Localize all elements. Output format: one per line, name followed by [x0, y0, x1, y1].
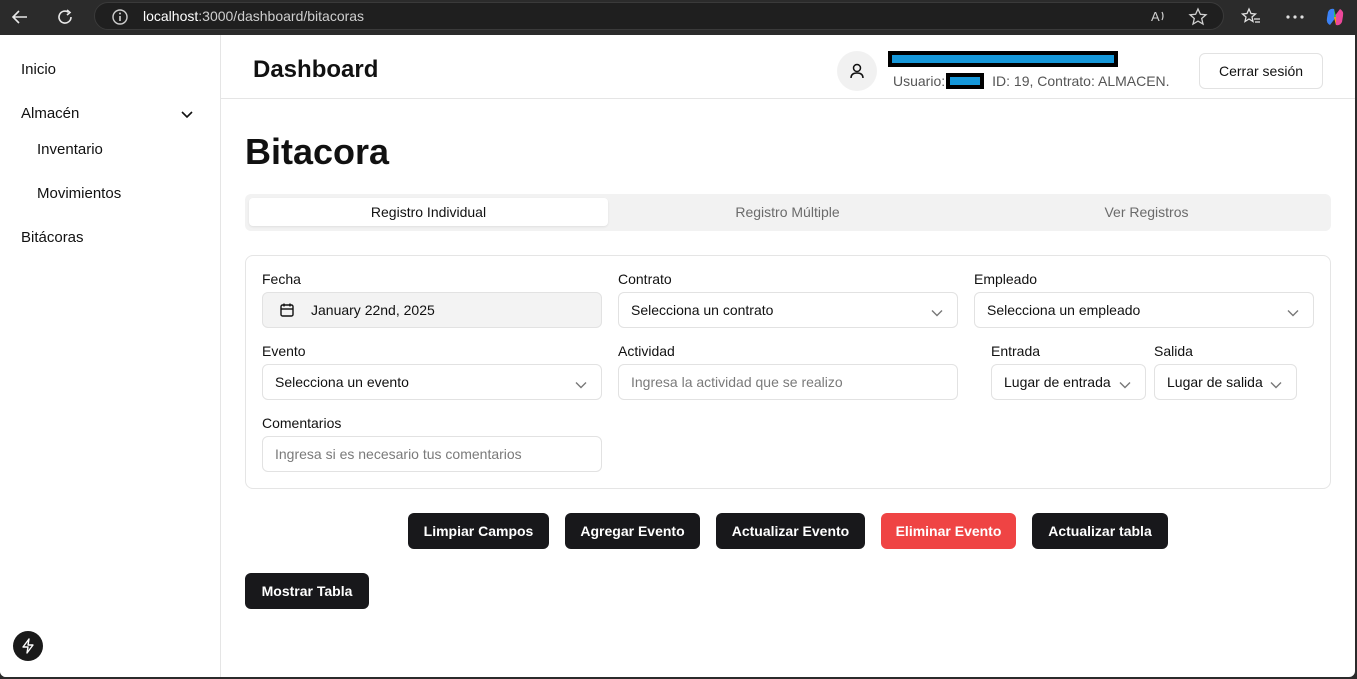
tab-registro-multiple[interactable]: Registro Múltiple: [608, 198, 967, 226]
user-info: Usuario: ID: 19, Contrato: ALMACEN.: [893, 73, 1170, 89]
tab-ver-registros[interactable]: Ver Registros: [967, 198, 1326, 226]
more-menu-icon[interactable]: [1282, 4, 1308, 30]
page-title: Bitacora: [245, 131, 390, 172]
chevron-down-icon: [1287, 304, 1299, 320]
favorite-star-icon[interactable]: [1188, 7, 1208, 30]
chevron-down-icon[interactable]: [180, 107, 194, 125]
app-title: Dashboard: [253, 56, 379, 83]
url-host: localhost: [143, 8, 199, 24]
delete-event-button[interactable]: Eliminar Evento: [881, 513, 1016, 549]
contrato-label: Contrato: [618, 271, 672, 287]
empleado-value: Selecciona un empleado: [987, 302, 1141, 318]
address-bar[interactable]: localhost:3000/dashboard/bitacoras A: [94, 2, 1224, 30]
entrada-select[interactable]: Lugar de entrada: [991, 364, 1146, 400]
tab-registro-individual[interactable]: Registro Individual: [249, 198, 608, 226]
redacted-user: [946, 73, 985, 89]
top-header: Dashboard Usuario: ID: 19, Contrato: ALMA…: [221, 35, 1355, 99]
calendar-icon: [279, 302, 295, 318]
actividad-input[interactable]: Ingresa la actividad que se realizo: [618, 364, 958, 400]
read-aloud-icon[interactable]: A: [1149, 7, 1169, 28]
evento-label: Evento: [262, 343, 306, 359]
refresh-table-button[interactable]: Actualizar tabla: [1032, 513, 1168, 549]
redacted-username: [888, 51, 1118, 67]
salida-label: Salida: [1154, 343, 1193, 359]
fecha-label: Fecha: [262, 271, 301, 287]
back-icon[interactable]: [6, 4, 34, 30]
browser-toolbar: localhost:3000/dashboard/bitacoras A: [0, 0, 1357, 35]
chevron-down-icon: [1270, 376, 1282, 392]
comentarios-input[interactable]: Ingresa si es necesario tus comentarios: [262, 436, 602, 472]
entrada-value: Lugar de entrada: [1004, 374, 1111, 390]
event-form: Fecha January 22nd, 2025 Contrato Selecc…: [245, 255, 1331, 489]
sidebar-item-almacen[interactable]: Almacén: [21, 105, 79, 122]
sidebar-item-inventario[interactable]: Inventario: [37, 141, 103, 158]
evento-select[interactable]: Selecciona un evento: [262, 364, 602, 400]
sidebar: Inicio Almacén Inventario Movimientos Bi…: [0, 35, 221, 677]
app-page: Inicio Almacén Inventario Movimientos Bi…: [0, 35, 1355, 677]
comentarios-label: Comentarios: [262, 415, 342, 431]
user-details: ID: 19, Contrato: ALMACEN.: [992, 73, 1170, 89]
chevron-down-icon: [1119, 376, 1131, 392]
fecha-date-picker[interactable]: January 22nd, 2025: [262, 292, 602, 328]
user-prefix: Usuario:: [893, 73, 946, 89]
avatar: [837, 51, 877, 91]
salida-select[interactable]: Lugar de salida: [1154, 364, 1297, 400]
chevron-down-icon: [931, 304, 943, 320]
empleado-select[interactable]: Selecciona un empleado: [974, 292, 1314, 328]
actividad-label: Actividad: [618, 343, 675, 359]
show-table-button[interactable]: Mostrar Tabla: [245, 573, 369, 609]
fecha-value: January 22nd, 2025: [311, 302, 435, 318]
entrada-label: Entrada: [991, 343, 1041, 359]
contrato-value: Selecciona un contrato: [631, 302, 774, 318]
empleado-label: Empleado: [974, 271, 1038, 287]
update-event-button[interactable]: Actualizar Evento: [716, 513, 865, 549]
sidebar-item-movimientos[interactable]: Movimientos: [37, 185, 121, 202]
logout-button[interactable]: Cerrar sesión: [1199, 53, 1323, 89]
clear-fields-button[interactable]: Limpiar Campos: [408, 513, 549, 549]
salida-value: Lugar de salida: [1167, 374, 1263, 390]
copilot-icon[interactable]: [1322, 4, 1348, 30]
nextjs-devtools-icon[interactable]: [13, 631, 43, 661]
evento-value: Selecciona un evento: [275, 374, 409, 390]
sidebar-item-bitacoras[interactable]: Bitácoras: [21, 229, 84, 246]
contrato-select[interactable]: Selecciona un contrato: [618, 292, 958, 328]
add-event-button[interactable]: Agregar Evento: [565, 513, 700, 549]
sidebar-item-inicio[interactable]: Inicio: [21, 61, 56, 78]
favorites-icon[interactable]: [1238, 4, 1264, 30]
svg-text:A: A: [1151, 9, 1160, 24]
chevron-down-icon: [575, 376, 587, 392]
tab-list: Registro Individual Registro Múltiple Ve…: [245, 194, 1331, 231]
reload-icon[interactable]: [51, 4, 79, 30]
url-path: :3000/dashboard/bitacoras: [198, 8, 365, 24]
info-icon[interactable]: [111, 8, 129, 29]
